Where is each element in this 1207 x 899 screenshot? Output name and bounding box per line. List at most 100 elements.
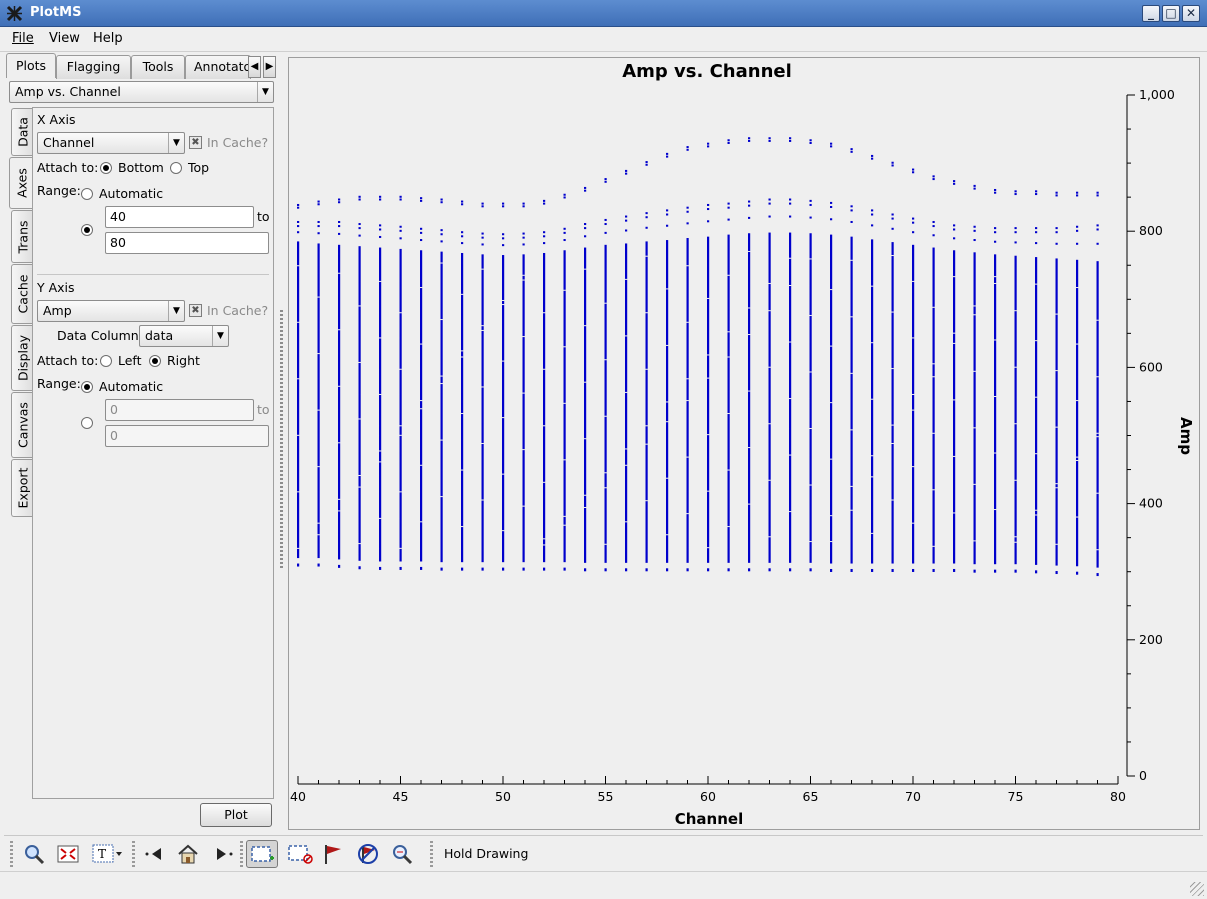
amp-point — [686, 146, 689, 149]
amp-point — [789, 198, 792, 201]
amp-gap — [932, 363, 935, 365]
amp-gap — [624, 335, 628, 337]
amp-gap — [1034, 340, 1038, 342]
amp-point — [1096, 242, 1099, 245]
y-range-max-input[interactable]: 0 — [105, 425, 269, 447]
locate-icon[interactable] — [388, 840, 416, 868]
amp-point — [748, 568, 751, 572]
tab-scroll-left-icon[interactable]: ◀ — [248, 56, 261, 78]
amp-gap — [973, 427, 976, 429]
x-range-auto-radio[interactable] — [81, 188, 93, 200]
y-range-min-input[interactable]: 0 — [105, 399, 254, 421]
plot-selector[interactable]: Amp vs. Channel ▼ — [9, 81, 274, 103]
data-column-select[interactable]: data ▼ — [139, 325, 229, 347]
amp-gap — [727, 469, 730, 471]
amp-gap — [788, 284, 792, 286]
home-icon[interactable] — [174, 840, 202, 868]
tab-annotator[interactable]: Annotato — [185, 55, 251, 79]
amp-gap — [604, 359, 607, 361]
amp-point — [973, 184, 976, 187]
amp-point — [420, 566, 423, 570]
subtract-region-icon[interactable] — [284, 840, 313, 868]
flag-icon[interactable] — [319, 840, 347, 868]
amp-gap — [337, 329, 341, 331]
y-tick-label: 400 — [1139, 496, 1163, 511]
tab-plots[interactable]: Plots — [6, 53, 56, 78]
step-back-icon[interactable] — [140, 840, 168, 868]
amp-gap — [337, 510, 341, 512]
y-axis-select-value: Amp — [43, 303, 72, 318]
amp-point — [399, 237, 402, 240]
amp-point — [912, 217, 915, 220]
x-attach-top-radio[interactable] — [170, 162, 182, 174]
x-tick-label: 50 — [495, 789, 511, 804]
side-tab-canvas[interactable]: Canvas — [11, 392, 33, 458]
amp-gap — [911, 280, 915, 282]
y-in-cache-icon: ✖ — [189, 304, 202, 317]
x-range-manual-radio[interactable] — [81, 224, 93, 236]
side-tab-export[interactable]: Export — [11, 459, 33, 517]
amp-gap — [583, 381, 587, 383]
amp-gap — [522, 505, 525, 507]
amp-point — [317, 232, 320, 235]
side-tab-trans[interactable]: Trans — [11, 210, 33, 263]
side-tab-cache[interactable]: Cache — [11, 264, 33, 324]
amp-point — [522, 236, 525, 239]
amp-column — [912, 244, 915, 564]
amp-gap — [399, 312, 402, 314]
x-axis-select[interactable]: Channel ▼ — [37, 132, 185, 154]
amp-point — [891, 568, 894, 572]
step-forward-icon[interactable] — [210, 840, 238, 868]
amp-gap — [911, 409, 915, 411]
amp-point — [625, 169, 628, 172]
amp-gap — [645, 500, 648, 502]
amp-gap — [1014, 536, 1017, 538]
unflag-icon[interactable] — [354, 840, 382, 868]
amp-gap — [829, 458, 833, 460]
plot-canvas[interactable]: Amp vs. Channel Channel Amp 40 45 50 55 60 65… — [288, 57, 1200, 830]
amp-gap — [440, 383, 443, 385]
zoom-fit-icon[interactable] — [54, 840, 82, 868]
side-tab-display[interactable]: Display — [11, 325, 33, 391]
y-attach-right-radio[interactable] — [149, 355, 161, 367]
tab-flagging[interactable]: Flagging — [56, 55, 131, 79]
amp-point — [440, 240, 443, 243]
menu-help[interactable]: Help — [93, 31, 123, 46]
amp-gap — [891, 499, 894, 501]
tab-tools[interactable]: Tools — [131, 55, 185, 79]
menu-view[interactable]: View — [49, 31, 80, 46]
amp-point — [1055, 191, 1058, 194]
y-range-manual-radio[interactable] — [81, 417, 93, 429]
tab-scroll-right-icon[interactable]: ▶ — [263, 56, 276, 78]
amp-point — [420, 199, 423, 202]
close-button[interactable]: ✕ — [1182, 5, 1200, 22]
x-attach-bottom-label: Bottom — [118, 160, 164, 175]
amp-point — [379, 198, 382, 201]
y-in-cache-label: In Cache? — [207, 303, 269, 318]
maximize-button[interactable]: □ — [1162, 5, 1180, 22]
y-attach-left-radio[interactable] — [100, 355, 112, 367]
x-attach-bottom-radio[interactable] — [100, 162, 112, 174]
annotate-text-icon[interactable]: T — [89, 840, 122, 868]
y-range-auto-radio[interactable] — [81, 381, 93, 393]
zoom-icon[interactable] — [20, 840, 48, 868]
amp-gap — [337, 385, 341, 387]
select-region-icon[interactable] — [246, 840, 278, 868]
amp-gap — [870, 398, 874, 400]
channel-points — [727, 139, 730, 572]
amp-point — [707, 145, 710, 148]
resize-grip-icon[interactable] — [1190, 882, 1204, 896]
y-axis-select[interactable]: Amp ▼ — [37, 300, 185, 322]
x-tick-label: 40 — [290, 789, 306, 804]
amp-gap — [563, 515, 566, 517]
amp-point — [994, 227, 997, 230]
plot-button[interactable]: Plot — [200, 803, 272, 827]
x-range-max-input[interactable]: 80 — [105, 232, 269, 254]
amp-gap — [1055, 543, 1058, 545]
splitter-handle[interactable] — [280, 310, 283, 570]
x-range-min-input[interactable]: 40 — [105, 206, 254, 228]
minimize-button[interactable]: _ — [1142, 5, 1160, 22]
side-tab-axes[interactable]: Axes — [9, 157, 34, 209]
side-tab-data[interactable]: Data — [11, 108, 33, 156]
menu-file[interactable]: File — [12, 31, 34, 46]
